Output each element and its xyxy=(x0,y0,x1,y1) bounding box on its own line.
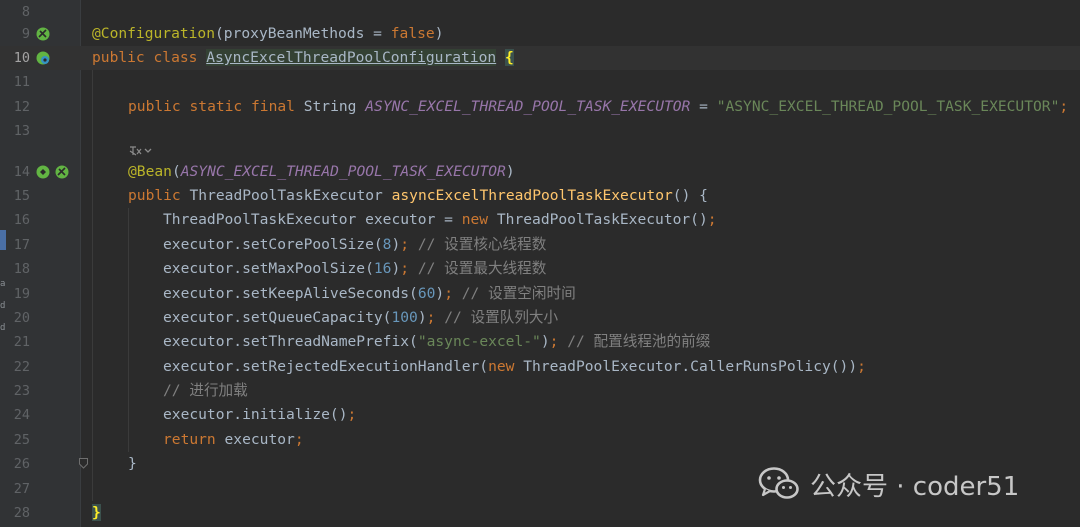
inlay-hint-row xyxy=(0,140,1080,162)
spring-config-icon[interactable] xyxy=(35,50,51,66)
code-text: } xyxy=(92,504,101,521)
line-number: 28 xyxy=(13,505,30,521)
code-line[interactable]: 16 ThreadPoolTaskExecutor executor = new… xyxy=(0,208,1080,232)
line-number: 11 xyxy=(13,74,30,90)
code-line-current[interactable]: 10 public class AsyncExcelThreadPoolConf… xyxy=(0,46,1080,71)
code-text: ThreadPoolTaskExecutor executor = new Th… xyxy=(163,211,717,228)
line-number: 17 xyxy=(13,237,30,253)
line-number: 9 xyxy=(21,26,30,42)
line-number: 23 xyxy=(13,383,30,399)
code-text: executor.setThreadNamePrefix("async-exce… xyxy=(163,333,711,350)
code-text: executor.setQueueCapacity(100); // 设置队列大… xyxy=(163,309,559,326)
inlay-hint-icon[interactable] xyxy=(128,144,154,158)
watermark: 公众号 · coder51 xyxy=(758,463,1019,505)
code-line[interactable]: 17 executor.setCorePoolSize(8); // 设置核心线… xyxy=(0,233,1080,257)
code-line[interactable]: 22 executor.setRejectedExecutionHandler(… xyxy=(0,355,1080,379)
spring-bean-icon[interactable] xyxy=(54,164,70,180)
line-number: 18 xyxy=(13,261,30,277)
code-text: } xyxy=(128,455,137,472)
code-line[interactable]: 23 // 进行加载 xyxy=(0,379,1080,403)
code-line[interactable]: 14 @Bean(ASYNC_EXCEL_THREAD_POOL_TASK_EX… xyxy=(0,160,1080,184)
code-text: executor.setRejectedExecutionHandler(new… xyxy=(163,358,866,375)
code-line[interactable]: 8 xyxy=(0,0,1080,24)
code-text: public ThreadPoolTaskExecutor asyncExcel… xyxy=(128,187,708,204)
code-line[interactable]: 11 xyxy=(0,70,1080,94)
line-number: 14 xyxy=(13,164,30,180)
fold-marker-icon[interactable] xyxy=(79,458,88,469)
code-text: // 进行加载 xyxy=(163,382,248,399)
line-number: 15 xyxy=(13,188,30,204)
line-number: 25 xyxy=(13,432,30,448)
code-line[interactable]: 19 executor.setKeepAliveSeconds(60); // … xyxy=(0,282,1080,306)
code-text: @Configuration(proxyBeanMethods = false) xyxy=(92,25,444,42)
code-editor[interactable]: al d d 8 9 @Configuration(proxyBeanMetho… xyxy=(0,0,1080,527)
code-text: executor.setCorePoolSize(8); // 设置核心线程数 xyxy=(163,236,547,253)
code-line[interactable]: 25 return executor; xyxy=(0,428,1080,452)
code-line[interactable]: 18 executor.setMaxPoolSize(16); // 设置最大线… xyxy=(0,257,1080,281)
code-line[interactable]: 9 @Configuration(proxyBeanMethods = fals… xyxy=(0,22,1080,46)
line-number: 26 xyxy=(13,456,30,472)
code-text: @Bean(ASYNC_EXCEL_THREAD_POOL_TASK_EXECU… xyxy=(128,163,515,180)
line-number: 16 xyxy=(13,212,30,228)
code-text: public class AsyncExcelThreadPoolConfigu… xyxy=(92,49,514,66)
code-line[interactable]: 20 executor.setQueueCapacity(100); // 设置… xyxy=(0,306,1080,330)
code-line[interactable]: 12 public static final String ASYNC_EXCE… xyxy=(0,95,1080,119)
code-line[interactable]: 21 executor.setThreadNamePrefix("async-e… xyxy=(0,330,1080,354)
code-text: executor.setKeepAliveSeconds(60); // 设置空… xyxy=(163,285,576,302)
run-marker-icon[interactable] xyxy=(35,164,51,180)
code-text: executor.setMaxPoolSize(16); // 设置最大线程数 xyxy=(163,260,547,277)
line-number: 22 xyxy=(13,359,30,375)
code-text: executor.initialize(); xyxy=(163,406,357,423)
line-number: 10 xyxy=(13,50,30,66)
line-number: 27 xyxy=(13,481,30,497)
spring-bean-icon[interactable] xyxy=(35,26,51,42)
line-number: 19 xyxy=(13,286,30,302)
code-line[interactable]: 15 public ThreadPoolTaskExecutor asyncEx… xyxy=(0,184,1080,208)
code-line[interactable]: 24 executor.initialize(); xyxy=(0,403,1080,427)
code-text: public static final String ASYNC_EXCEL_T… xyxy=(128,98,1069,115)
wechat-logo-icon xyxy=(758,467,799,499)
line-number: 8 xyxy=(21,4,30,20)
line-number: 12 xyxy=(13,99,30,115)
line-number: 24 xyxy=(13,407,30,423)
line-number: 20 xyxy=(13,310,30,326)
code-text: return executor; xyxy=(163,431,304,448)
watermark-text: 公众号 · coder51 xyxy=(810,471,1020,502)
line-number: 21 xyxy=(13,334,30,350)
